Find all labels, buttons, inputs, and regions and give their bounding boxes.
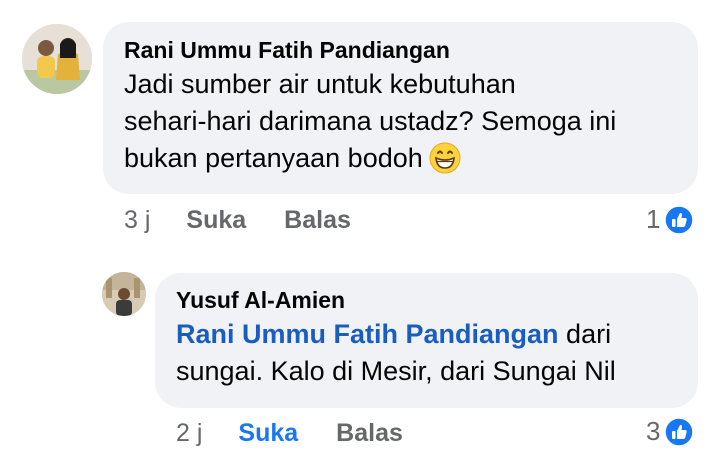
avatar-rani[interactable] bbox=[22, 24, 92, 94]
thumbs-up-reaction-icon bbox=[664, 416, 695, 447]
grinning-face-emoji-icon bbox=[429, 142, 461, 184]
comment-text-line: sungai. Kalo di Mesir, dari Sungai Nil bbox=[176, 356, 616, 386]
comment-author[interactable]: Yusuf Al-Amien bbox=[176, 286, 678, 314]
like-button[interactable]: Suka bbox=[238, 418, 298, 448]
comment-text-line: sehari-hari darimana ustadz? Semoga ini bbox=[124, 106, 617, 136]
comment-time[interactable]: 2 j bbox=[176, 418, 202, 448]
avatar-yusuf[interactable] bbox=[102, 272, 146, 316]
comment-text: Jadi sumber air untuk kebutuhan sehari-h… bbox=[124, 66, 678, 184]
comment-text: Rani Ummu Fatih Pandiangan dari sungai. … bbox=[176, 316, 678, 390]
comment-text-fragment: dari bbox=[558, 319, 612, 349]
comment-text-line: bukan pertanyaan bodoh bbox=[124, 143, 423, 173]
reply-button[interactable]: Balas bbox=[284, 205, 351, 235]
reaction-summary-rani[interactable]: 1 bbox=[646, 204, 695, 235]
like-button[interactable]: Suka bbox=[186, 205, 246, 235]
reaction-summary-yusuf[interactable]: 3 bbox=[646, 416, 695, 447]
reply-button[interactable]: Balas bbox=[336, 418, 403, 448]
thumbs-up-reaction-icon bbox=[664, 204, 695, 235]
comment-bubble-rani: Rani Ummu Fatih Pandiangan Jadi sumber a… bbox=[103, 22, 698, 194]
reaction-count: 3 bbox=[646, 416, 661, 446]
comment-bubble-yusuf: Yusuf Al-Amien Rani Ummu Fatih Pandianga… bbox=[155, 273, 698, 408]
comment-author[interactable]: Rani Ummu Fatih Pandiangan bbox=[124, 36, 678, 64]
reaction-count: 1 bbox=[646, 204, 661, 234]
comment-text-line-last: bukan pertanyaan bodoh bbox=[124, 140, 678, 184]
comment-text-line: Jadi sumber air untuk kebutuhan bbox=[124, 69, 516, 99]
comment-meta-rani: 3 j Suka Balas bbox=[124, 205, 351, 235]
comment-time[interactable]: 3 j bbox=[124, 205, 150, 235]
comment-text-line-first: Rani Ummu Fatih Pandiangan dari bbox=[176, 316, 678, 353]
comment-meta-yusuf: 2 j Suka Balas bbox=[176, 418, 403, 448]
mention-link[interactable]: Rani Ummu Fatih Pandiangan bbox=[176, 319, 559, 349]
